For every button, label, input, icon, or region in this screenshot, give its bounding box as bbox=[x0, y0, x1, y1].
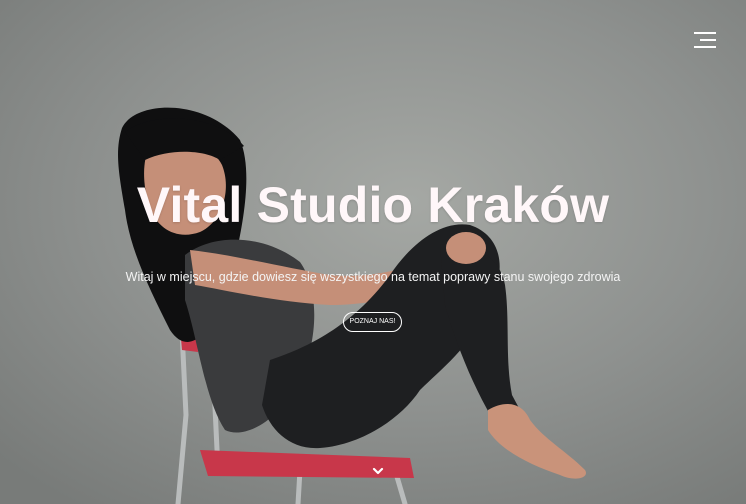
hamburger-icon-line bbox=[700, 39, 716, 41]
hamburger-icon-line bbox=[694, 32, 716, 34]
chevron-down-icon[interactable] bbox=[369, 465, 387, 479]
menu-button[interactable] bbox=[692, 32, 716, 50]
hero-background-photo bbox=[0, 0, 746, 504]
hero-title: Vital Studio Kraków bbox=[136, 177, 610, 233]
hamburger-icon-line bbox=[694, 46, 716, 48]
hero-subtitle: Witaj w miejscu, gdzie dowiesz się wszys… bbox=[125, 270, 621, 284]
poznaj-nas-button[interactable]: POZNAJ NAS! bbox=[343, 312, 402, 332]
hero-section: Vital Studio Kraków Witaj w miejscu, gdz… bbox=[0, 0, 746, 504]
